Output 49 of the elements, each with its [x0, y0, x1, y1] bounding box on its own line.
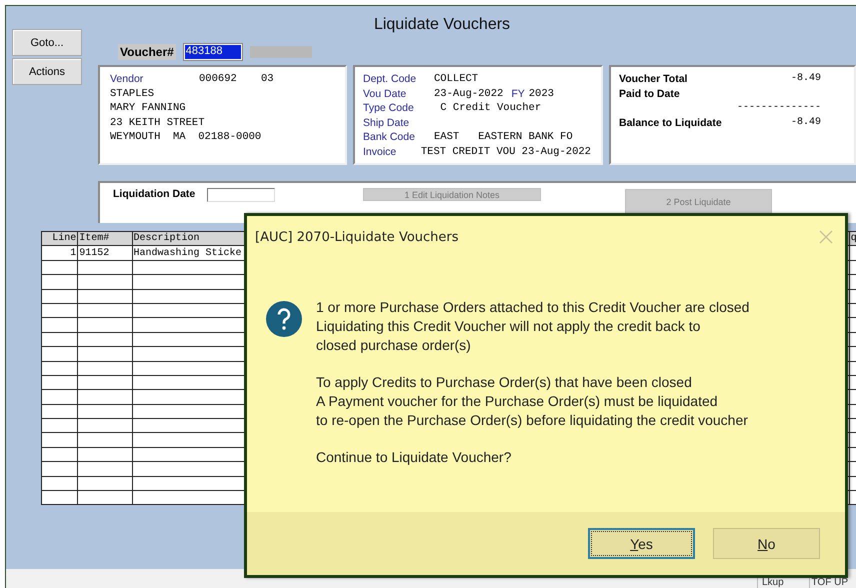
field-label: Vou Date	[363, 86, 408, 101]
address-line: MARY FANNING	[110, 101, 186, 116]
table-cell: 91152	[78, 246, 132, 260]
column-header: Line	[42, 232, 78, 246]
message-line: Liquidating this Credit Voucher will not apply the credit back to	[316, 317, 702, 336]
field-label: FY	[511, 86, 525, 101]
field-label: Ship Date	[363, 116, 410, 130]
separator-line: --------------	[736, 101, 821, 115]
voucher-field[interactable]: 483188	[184, 44, 242, 60]
field-value: TEST CREDIT VOU 23-Aug-2022	[420, 144, 591, 159]
field-value: EAST EASTERN BANK FO	[434, 130, 573, 144]
field-value: COLLECT	[434, 72, 478, 86]
field-label: Dept. Code	[363, 72, 418, 86]
total-value: -8.49	[790, 72, 821, 86]
address-line: 23 KEITH STREET	[110, 116, 205, 130]
field-label: Liquidation Date	[113, 188, 196, 200]
message-line: A Payment voucher for the Purchase Order(s) must be liquidated	[316, 392, 719, 411]
column-header: Item#	[78, 232, 132, 246]
address-line: WEYMOUTH MA 02188-0000	[110, 130, 262, 144]
field-value: 2023	[528, 86, 554, 101]
table-cell: 1	[42, 246, 78, 260]
total-label: Balance to Liquidate	[619, 116, 723, 130]
field-label: Type Code	[363, 101, 415, 116]
field-label: Invoice	[363, 144, 398, 159]
field-label: Vendor	[110, 72, 144, 86]
date-field[interactable]	[207, 188, 275, 202]
message-line: Continue to Liquidate Voucher?	[316, 448, 512, 467]
total-label: Paid to Date	[619, 86, 681, 101]
field-value: 23-Aug-2022	[434, 86, 504, 101]
field-label: Bank Code	[363, 130, 416, 144]
nav-button[interactable]: Goto...	[12, 29, 82, 56]
field-value: C Credit Voucher	[439, 101, 542, 116]
message-line: 1 or more Purchase Orders attached to this Credit Voucher are closed	[316, 298, 750, 317]
message-line: closed purchase order(s)	[316, 336, 472, 355]
dialog-button[interactable]: No	[713, 528, 820, 559]
window-title: Liquidate Vouchers	[372, 15, 512, 35]
dialog-button[interactable]: Yes	[588, 528, 695, 559]
nav-button[interactable]: Actions	[12, 58, 82, 85]
message-line: to re-open the Purchase Order(s) before liquidating the credit voucher	[316, 411, 749, 430]
address-line: STAPLES	[110, 86, 154, 101]
vendor-number: 000692	[199, 72, 238, 86]
dialog-title: [AUC] 2070-Liquidate Vouchers	[255, 230, 459, 244]
voucher-label: Voucher#	[118, 44, 176, 60]
total-value: -8.49	[790, 116, 821, 130]
message-line: To apply Credits to Purchase Order(s) that have been closed	[316, 373, 693, 392]
disabled-field	[250, 46, 312, 58]
question-icon	[266, 301, 302, 337]
vendor-suffix: 03	[261, 72, 274, 86]
total-label: Voucher Total	[619, 72, 688, 86]
